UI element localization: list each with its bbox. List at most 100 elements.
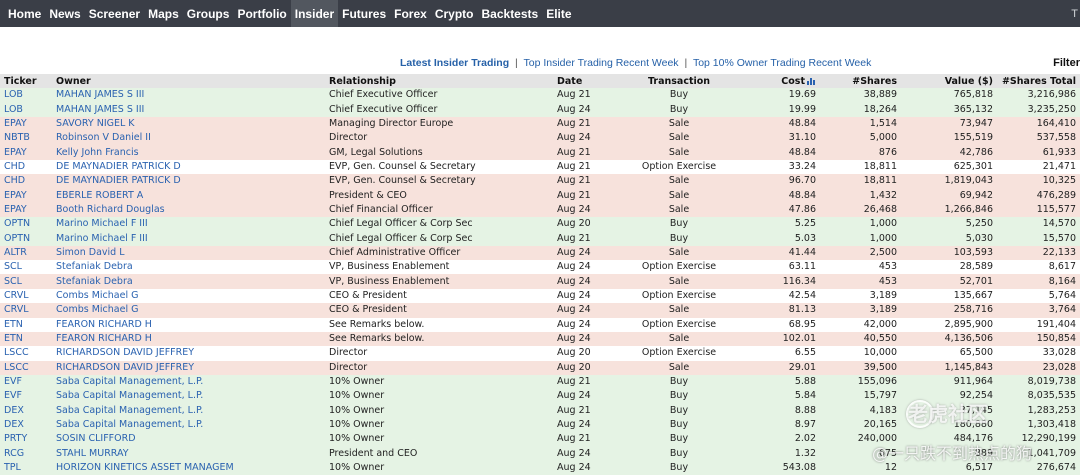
- cell-ticker[interactable]: LOB: [0, 88, 52, 103]
- cell-ticker[interactable]: CRVL: [0, 288, 52, 304]
- cell-ticker[interactable]: CHD: [0, 159, 52, 175]
- cell-owner[interactable]: FEARON RICHARD H: [52, 331, 325, 347]
- cell-ticker[interactable]: TPL: [0, 460, 52, 475]
- table-row[interactable]: EVF Saba Capital Management, L.P. 10% Owne…: [0, 374, 1080, 390]
- cell-ticker[interactable]: LOB: [0, 102, 52, 117]
- cell-ticker[interactable]: RCG: [0, 446, 52, 461]
- cell-owner[interactable]: Combs Michael G: [52, 288, 325, 304]
- cell-owner[interactable]: Marino Michael F III: [52, 217, 325, 232]
- cell-ticker[interactable]: EVF: [0, 374, 52, 390]
- table-row[interactable]: TPL HORIZON KINETICS ASSET MANAGEM 10% Own…: [0, 460, 1080, 475]
- cell-owner[interactable]: Saba Capital Management, L.P.: [52, 417, 325, 433]
- cell-owner[interactable]: Combs Michael G: [52, 303, 325, 318]
- header-owner[interactable]: Owner: [52, 74, 325, 88]
- cell-ticker[interactable]: PRTY: [0, 432, 52, 447]
- cell-owner[interactable]: DE MAYNADIER PATRICK D: [52, 159, 325, 175]
- nav-item-insider[interactable]: Insider: [290, 0, 339, 27]
- cell-ticker[interactable]: LSCC: [0, 360, 52, 375]
- table-row[interactable]: EVF Saba Capital Management, L.P. 10% Owne…: [0, 389, 1080, 404]
- header-shares-total[interactable]: #Shares Total: [997, 74, 1080, 88]
- cell-owner[interactable]: Marino Michael F III: [52, 231, 325, 246]
- cell-ticker[interactable]: EPAY: [0, 202, 52, 218]
- cell-owner[interactable]: Stefaniak Debra: [52, 260, 325, 275]
- top-insider-week-link[interactable]: Top Insider Trading Recent Week: [524, 57, 679, 69]
- cell-owner[interactable]: DE MAYNADIER PATRICK D: [52, 174, 325, 189]
- header-cost[interactable]: Cost: [730, 74, 820, 88]
- cell-ticker[interactable]: EPAY: [0, 145, 52, 160]
- cell-ticker[interactable]: ETN: [0, 317, 52, 332]
- table-row[interactable]: EPAY EBERLE ROBERT A President & CEO Aug 21…: [0, 188, 1080, 203]
- cell-owner[interactable]: Saba Capital Management, L.P.: [52, 403, 325, 418]
- cell-owner[interactable]: FEARON RICHARD H: [52, 317, 325, 332]
- table-row[interactable]: LOB MAHAN JAMES S III Chief Executive Offi…: [0, 88, 1080, 103]
- cell-owner[interactable]: MAHAN JAMES S III: [52, 102, 325, 117]
- cell-owner[interactable]: Saba Capital Management, L.P.: [52, 389, 325, 404]
- header-value[interactable]: Value ($): [901, 74, 997, 88]
- cell-owner[interactable]: SAVORY NIGEL K: [52, 116, 325, 132]
- nav-item-forex[interactable]: Forex: [390, 0, 431, 27]
- table-row[interactable]: LSCC RICHARDSON DAVID JEFFREY Director Aug …: [0, 360, 1080, 375]
- header-relationship[interactable]: Relationship: [325, 74, 553, 88]
- nav-item-groups[interactable]: Groups: [183, 0, 234, 27]
- nav-item-backtests[interactable]: Backtests: [478, 0, 543, 27]
- cell-ticker[interactable]: SCL: [0, 260, 52, 275]
- cell-owner[interactable]: Booth Richard Douglas: [52, 202, 325, 218]
- cell-ticker[interactable]: CHD: [0, 174, 52, 189]
- cell-ticker[interactable]: LSCC: [0, 346, 52, 361]
- header-ticker[interactable]: Ticker: [0, 74, 52, 88]
- cell-owner[interactable]: Simon David L: [52, 245, 325, 261]
- table-row[interactable]: DEX Saba Capital Management, L.P. 10% Owne…: [0, 417, 1080, 433]
- table-row[interactable]: LSCC RICHARDSON DAVID JEFFREY Director Aug …: [0, 346, 1080, 361]
- cell-ticker[interactable]: CRVL: [0, 303, 52, 318]
- table-row[interactable]: PRTY SOSIN CLIFFORD 10% Owner Aug 21 Buy 2.02…: [0, 432, 1080, 447]
- table-row[interactable]: CRVL Combs Michael G CEO & President Aug 24…: [0, 288, 1080, 304]
- cell-ticker[interactable]: OPTN: [0, 217, 52, 232]
- table-row[interactable]: ETN FEARON RICHARD H See Remarks below. Aug…: [0, 317, 1080, 332]
- cell-ticker[interactable]: ALTR: [0, 245, 52, 261]
- nav-item-maps[interactable]: Maps: [144, 0, 183, 27]
- latest-insider-link[interactable]: Latest Insider Trading: [400, 57, 509, 69]
- table-row[interactable]: CRVL Combs Michael G CEO & President Aug 24…: [0, 303, 1080, 318]
- cell-ticker[interactable]: DEX: [0, 417, 52, 433]
- nav-item-elite[interactable]: Elite: [542, 0, 575, 27]
- table-row[interactable]: EPAY Kelly John Francis GM, Legal Solution…: [0, 145, 1080, 160]
- cell-ticker[interactable]: EPAY: [0, 188, 52, 203]
- cell-ticker[interactable]: NBTB: [0, 131, 52, 146]
- nav-item-news[interactable]: News: [45, 0, 84, 27]
- nav-item-home[interactable]: Home: [4, 0, 45, 27]
- header-date[interactable]: Date: [553, 74, 628, 88]
- filter-label[interactable]: Filter: [1053, 57, 1080, 69]
- cell-ticker[interactable]: OPTN: [0, 231, 52, 246]
- table-row[interactable]: EPAY Booth Richard Douglas Chief Financial…: [0, 202, 1080, 218]
- table-row[interactable]: CHD DE MAYNADIER PATRICK D EVP, Gen. Couns…: [0, 174, 1080, 189]
- nav-item-screener[interactable]: Screener: [85, 0, 144, 27]
- cell-ticker[interactable]: DEX: [0, 403, 52, 418]
- bar-chart-icon[interactable]: [807, 77, 816, 85]
- table-row[interactable]: OPTN Marino Michael F III Chief Legal Offi…: [0, 231, 1080, 246]
- table-row[interactable]: ETN FEARON RICHARD H See Remarks below. Aug…: [0, 331, 1080, 347]
- cell-owner[interactable]: RICHARDSON DAVID JEFFREY: [52, 346, 325, 361]
- table-row[interactable]: SCL Stefaniak Debra VP, Business Enablemen…: [0, 260, 1080, 275]
- cell-owner[interactable]: EBERLE ROBERT A: [52, 188, 325, 203]
- nav-item-portfolio[interactable]: Portfolio: [233, 0, 290, 27]
- cell-owner[interactable]: HORIZON KINETICS ASSET MANAGEM: [52, 460, 325, 475]
- cell-ticker[interactable]: ETN: [0, 331, 52, 347]
- top-owner-week-link[interactable]: Top 10% Owner Trading Recent Week: [693, 57, 871, 69]
- table-row[interactable]: NBTB Robinson V Daniel II Director Aug 24 Sa…: [0, 131, 1080, 146]
- nav-item-futures[interactable]: Futures: [338, 0, 390, 27]
- cell-owner[interactable]: STAHL MURRAY: [52, 446, 325, 461]
- cell-owner[interactable]: Saba Capital Management, L.P.: [52, 374, 325, 390]
- table-row[interactable]: CHD DE MAYNADIER PATRICK D EVP, Gen. Couns…: [0, 159, 1080, 175]
- cell-owner[interactable]: Robinson V Daniel II: [52, 131, 325, 146]
- table-row[interactable]: LOB MAHAN JAMES S III Chief Executive Offi…: [0, 102, 1080, 117]
- header-transaction[interactable]: Transaction: [628, 74, 730, 88]
- cell-ticker[interactable]: SCL: [0, 274, 52, 289]
- cell-ticker[interactable]: EPAY: [0, 116, 52, 132]
- header-shares[interactable]: #Shares: [820, 74, 901, 88]
- table-row[interactable]: RCG STAHL MURRAY President and CEO Aug 24 Bu…: [0, 446, 1080, 461]
- cell-ticker[interactable]: EVF: [0, 389, 52, 404]
- cell-owner[interactable]: MAHAN JAMES S III: [52, 88, 325, 103]
- table-row[interactable]: ALTR Simon David L Chief Administrative Of…: [0, 245, 1080, 261]
- table-row[interactable]: OPTN Marino Michael F III Chief Legal Offi…: [0, 217, 1080, 232]
- cell-owner[interactable]: SOSIN CLIFFORD: [52, 432, 325, 447]
